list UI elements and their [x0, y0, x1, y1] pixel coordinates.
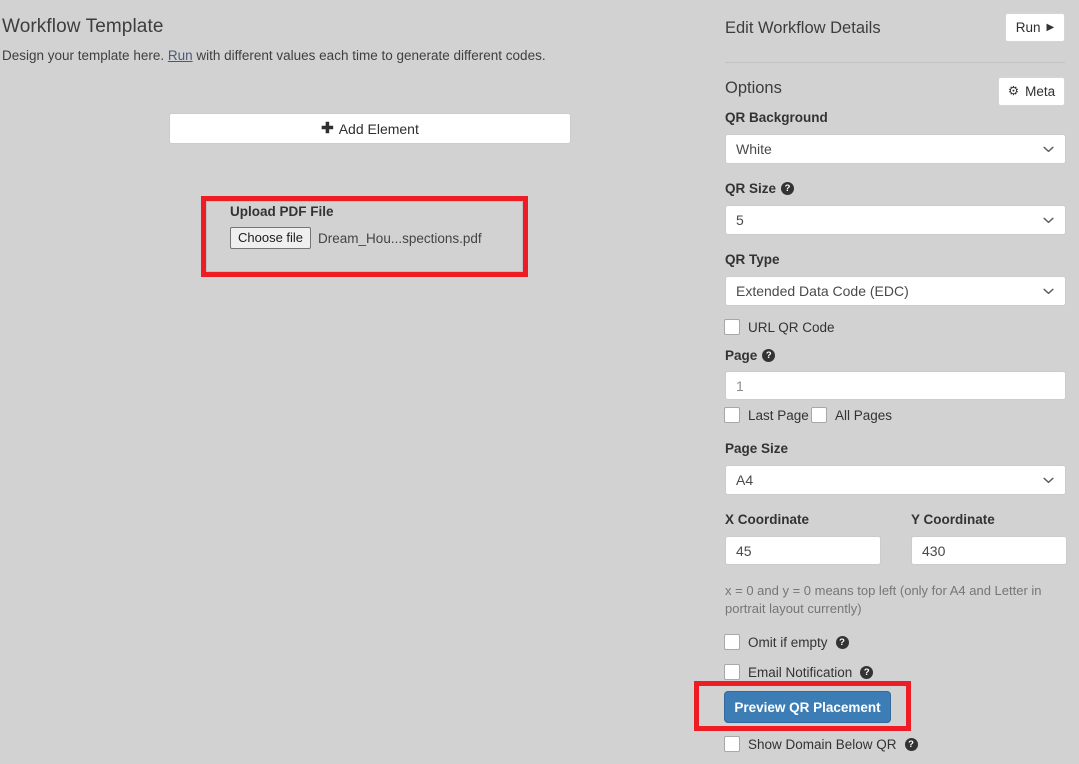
- add-element-button[interactable]: ✚ Add Element: [169, 113, 571, 144]
- email-notification-label: Email Notification: [748, 665, 852, 680]
- run-button[interactable]: Run ▶: [1005, 13, 1065, 42]
- run-button-label: Run: [1016, 20, 1041, 35]
- page-subtitle-after: with different values each time to gener…: [193, 48, 546, 63]
- options-title: Options: [725, 79, 782, 98]
- qr-type-value: Extended Data Code (EDC): [736, 283, 909, 299]
- meta-button[interactable]: ⚙ Meta: [998, 77, 1065, 106]
- show-domain-below-qr-checkbox[interactable]: [724, 736, 740, 752]
- play-triangle-icon: ▶: [1047, 23, 1055, 33]
- show-domain-below-qr-row[interactable]: Show Domain Below QR ?: [724, 736, 918, 752]
- meta-button-label: Meta: [1025, 84, 1055, 99]
- qr-background-label-text: QR Background: [725, 110, 828, 125]
- y-coordinate-label-text: Y Coordinate: [911, 512, 995, 527]
- x-coordinate-input[interactable]: 45: [725, 536, 881, 565]
- chevron-down-icon: [1043, 288, 1054, 295]
- qr-background-value: White: [736, 141, 772, 157]
- page-label-text: Page: [725, 348, 757, 363]
- omit-if-empty-row[interactable]: Omit if empty ?: [724, 634, 849, 650]
- page-label: Page ?: [725, 348, 775, 363]
- page-input[interactable]: 1: [725, 371, 1066, 400]
- last-page-checkbox[interactable]: [724, 407, 740, 423]
- last-page-row[interactable]: Last Page: [724, 407, 809, 423]
- chevron-down-icon: [1043, 217, 1054, 224]
- header-divider: [725, 62, 1065, 63]
- qr-type-select[interactable]: Extended Data Code (EDC): [725, 276, 1066, 306]
- x-coordinate-label: X Coordinate: [725, 512, 809, 527]
- last-page-label: Last Page: [748, 408, 809, 423]
- preview-qr-placement-button[interactable]: Preview QR Placement: [724, 691, 891, 723]
- run-link[interactable]: Run: [168, 48, 193, 63]
- page-subtitle-before: Design your template here.: [2, 48, 168, 63]
- selected-file-name: Dream_Hou...spections.pdf: [318, 231, 482, 246]
- add-element-label: Add Element: [339, 121, 419, 137]
- show-domain-below-qr-help-icon[interactable]: ?: [905, 738, 918, 751]
- qr-background-label: QR Background: [725, 110, 828, 125]
- email-notification-help-icon[interactable]: ?: [860, 666, 873, 679]
- upload-pdf-label: Upload PDF File: [230, 204, 334, 219]
- page-size-select[interactable]: A4: [725, 465, 1066, 495]
- page-size-label-text: Page Size: [725, 441, 788, 456]
- y-coordinate-label: Y Coordinate: [911, 512, 995, 527]
- page-subtitle: Design your template here. Run with diff…: [2, 48, 546, 63]
- qr-type-label-text: QR Type: [725, 252, 780, 267]
- qr-size-label: QR Size ?: [725, 181, 794, 196]
- all-pages-checkbox[interactable]: [811, 407, 827, 423]
- qr-background-select[interactable]: White: [725, 134, 1066, 164]
- page-size-label: Page Size: [725, 441, 788, 456]
- qr-size-value: 5: [736, 212, 744, 228]
- chevron-down-icon: [1043, 477, 1054, 484]
- all-pages-row[interactable]: All Pages: [811, 407, 892, 423]
- chevron-down-icon: [1043, 146, 1054, 153]
- omit-if-empty-help-icon[interactable]: ?: [836, 636, 849, 649]
- page-input-value: 1: [736, 378, 744, 394]
- url-qr-code-checkbox[interactable]: [724, 319, 740, 335]
- edit-workflow-details-panel: Edit Workflow Details Run ▶ Options ⚙ Me…: [700, 0, 1079, 764]
- all-pages-label: All Pages: [835, 408, 892, 423]
- gear-icon: ⚙: [1008, 85, 1019, 98]
- show-domain-below-qr-label: Show Domain Below QR: [748, 737, 897, 752]
- y-coordinate-value: 430: [922, 543, 945, 559]
- qr-size-label-text: QR Size: [725, 181, 776, 196]
- x-coordinate-label-text: X Coordinate: [725, 512, 809, 527]
- qr-type-label: QR Type: [725, 252, 780, 267]
- url-qr-code-row[interactable]: URL QR Code: [724, 319, 835, 335]
- qr-size-select[interactable]: 5: [725, 205, 1066, 235]
- email-notification-row[interactable]: Email Notification ?: [724, 664, 873, 680]
- coordinate-hint-text: x = 0 and y = 0 means top left (only for…: [725, 582, 1065, 618]
- page-title: Workflow Template: [2, 16, 164, 38]
- y-coordinate-input[interactable]: 430: [911, 536, 1067, 565]
- omit-if-empty-checkbox[interactable]: [724, 634, 740, 650]
- qr-size-help-icon[interactable]: ?: [781, 182, 794, 195]
- workflow-template-panel: Workflow Template Design your template h…: [0, 0, 700, 764]
- edit-workflow-details-title: Edit Workflow Details: [725, 19, 881, 38]
- choose-file-button[interactable]: Choose file: [230, 227, 311, 249]
- plus-icon: ✚: [321, 121, 334, 136]
- omit-if-empty-label: Omit if empty: [748, 635, 828, 650]
- url-qr-code-label: URL QR Code: [748, 320, 835, 335]
- page-help-icon[interactable]: ?: [762, 349, 775, 362]
- page-size-value: A4: [736, 472, 753, 488]
- email-notification-checkbox[interactable]: [724, 664, 740, 680]
- x-coordinate-value: 45: [736, 543, 752, 559]
- file-input-row[interactable]: Choose file Dream_Hou...spections.pdf: [230, 227, 482, 249]
